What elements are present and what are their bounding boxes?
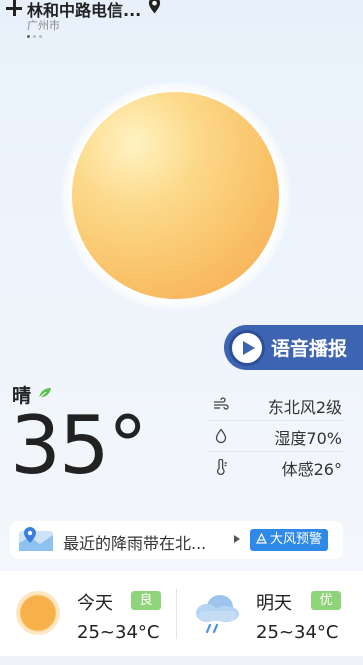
wind-warning-badge[interactable]: 大风预警 <box>250 529 329 551</box>
voice-broadcast-button[interactable]: 语音播报 <box>224 325 363 370</box>
thermometer-icon <box>216 459 227 475</box>
wind-metric: 东北风2级 <box>208 390 344 421</box>
bottom-strip <box>0 656 363 665</box>
leaf-icon <box>38 388 51 399</box>
weather-alert-bar[interactable]: 最近的降雨带在北... 大风预警 <box>10 521 343 559</box>
weather-metrics: 东北风2级 湿度70% 体感26° <box>208 390 344 483</box>
humidity-metric: 湿度70% <box>208 421 344 452</box>
page-dot <box>39 35 42 38</box>
wind-warning-label: 大风预警 <box>270 532 323 547</box>
forecast-divider <box>176 589 177 639</box>
tomorrow-aqi-badge: 优 <box>311 591 341 610</box>
sun-illustration <box>72 92 279 299</box>
rain-map-icon <box>19 527 53 551</box>
today-aqi-badge: 良 <box>131 591 161 610</box>
play-icon <box>229 329 265 366</box>
forecast-panel: 今天 良 25~34°C 明天 优 25~34°C <box>0 571 363 656</box>
warning-icon <box>256 533 267 544</box>
top-bar: 林和中路电信... 广州市 <box>0 0 363 48</box>
expand-arrow-icon <box>234 535 240 543</box>
current-temperature: 35° <box>10 399 148 492</box>
feels-like-metric: 体感26° <box>208 452 344 483</box>
voice-broadcast-label: 语音播报 <box>271 338 348 360</box>
tomorrow-temp: 25~34°C <box>256 622 339 643</box>
city-name: 广州市 <box>27 19 60 32</box>
humidity-value: 湿度70% <box>274 429 342 448</box>
today-label: 今天 <box>77 593 113 614</box>
alert-text: 最近的降雨带在北... <box>63 534 207 553</box>
location-pin-icon[interactable] <box>148 0 161 14</box>
page-dot <box>27 35 30 38</box>
tomorrow-label: 明天 <box>256 593 292 614</box>
rain-cloud-icon <box>196 595 239 634</box>
page-dot <box>33 35 36 38</box>
add-city-icon[interactable] <box>4 0 24 18</box>
wind-value: 东北风2级 <box>267 398 342 417</box>
today-temp: 25~34°C <box>77 622 160 643</box>
feels-like-value: 体感26° <box>281 460 342 479</box>
sun-icon <box>16 591 60 635</box>
page-indicator <box>27 35 42 38</box>
humidity-icon <box>215 428 227 444</box>
wind-icon <box>214 397 229 410</box>
